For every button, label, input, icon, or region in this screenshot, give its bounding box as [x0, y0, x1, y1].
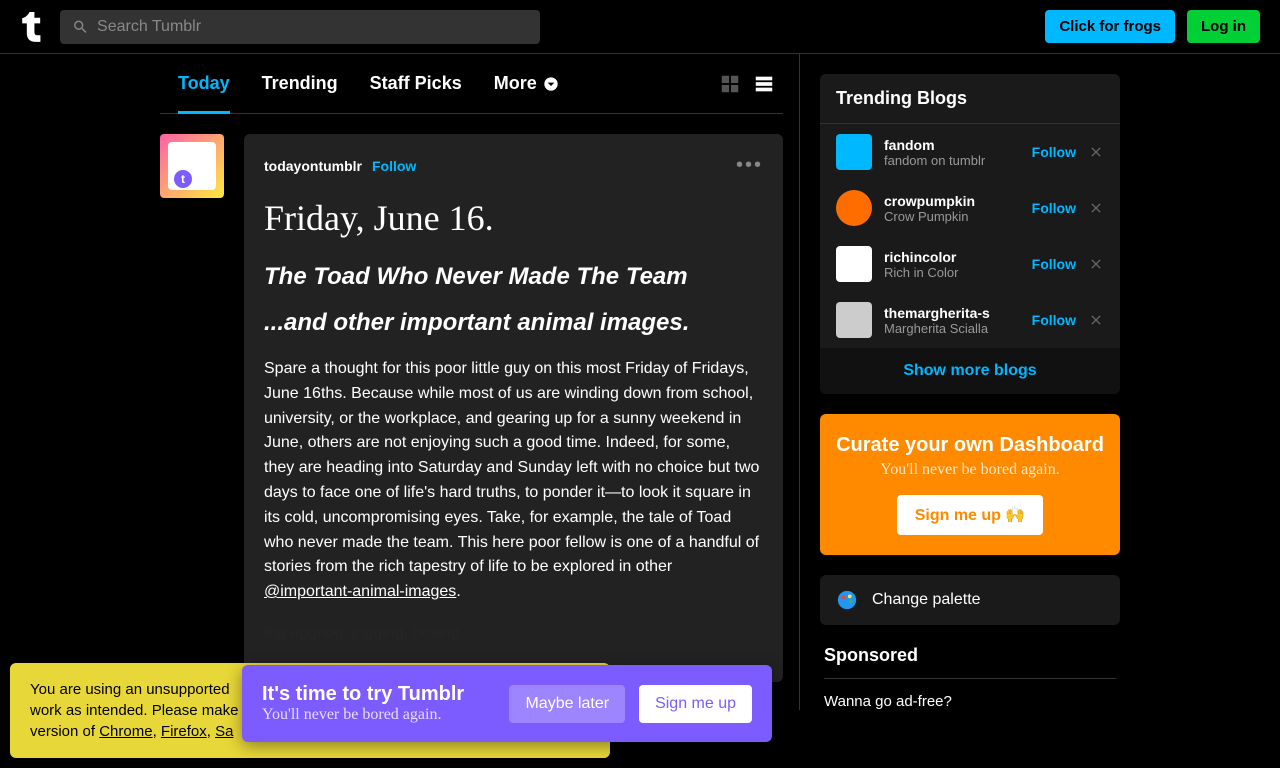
show-more-blogs[interactable]: Show more blogs — [820, 348, 1120, 394]
firefox-link[interactable]: Firefox — [161, 723, 207, 740]
try-tumblr-banner: It's time to try Tumblr You'll never be … — [242, 665, 772, 742]
maybe-later-button[interactable]: Maybe later — [509, 685, 625, 723]
blog-row: fandomfandom on tumblr Follow — [820, 124, 1120, 180]
tabs: Today Trending Staff Picks More — [160, 54, 783, 114]
blog-row: richincolorRich in Color Follow — [820, 236, 1120, 292]
trending-blogs-title: Trending Blogs — [820, 74, 1120, 124]
blog-row: crowpumpkinCrow Pumpkin Follow — [820, 180, 1120, 236]
dismiss-icon[interactable] — [1088, 144, 1104, 160]
post-body: Spare a thought for this poor little guy… — [264, 357, 763, 605]
tab-more[interactable]: More — [494, 54, 559, 114]
tab-more-label: More — [494, 73, 537, 94]
post-menu-icon[interactable]: ••• — [736, 154, 763, 177]
tab-trending[interactable]: Trending — [262, 54, 338, 114]
blog-name[interactable]: fandom — [884, 137, 1020, 153]
post: todayontumblr Follow ••• Friday, June 16… — [244, 134, 783, 682]
post-avatar[interactable] — [160, 134, 224, 198]
tab-today[interactable]: Today — [178, 54, 230, 114]
blog-name[interactable]: richincolor — [884, 249, 1020, 265]
blog-follow-button[interactable]: Follow — [1032, 144, 1076, 160]
blog-follow-button[interactable]: Follow — [1032, 312, 1076, 328]
palette-label: Change palette — [872, 591, 981, 609]
curate-sub: You'll never be bored again. — [836, 461, 1104, 479]
palette-icon — [836, 589, 858, 611]
post-subtitle-1: The Toad Who Never Made The Team — [264, 263, 763, 291]
banner-sub: You'll never be bored again. — [262, 706, 495, 724]
chrome-link[interactable]: Chrome — [99, 723, 152, 740]
curate-title: Curate your own Dashboard — [836, 434, 1104, 457]
search-box[interactable] — [60, 10, 540, 44]
blog-avatar[interactable] — [836, 302, 872, 338]
chevron-down-icon — [543, 76, 559, 92]
trending-blogs-card: Trending Blogs fandomfandom on tumblr Fo… — [820, 74, 1120, 394]
blog-follow-button[interactable]: Follow — [1032, 200, 1076, 216]
tumblr-logo-icon[interactable] — [20, 12, 44, 42]
post-subtitle-2: ...and other important animal images. — [264, 309, 763, 337]
safari-link[interactable]: Sa — [215, 723, 233, 740]
header: Click for frogs Log in — [0, 0, 1280, 54]
post-author[interactable]: todayontumblr — [264, 158, 362, 174]
list-view-icon[interactable] — [753, 73, 775, 95]
frogs-button[interactable]: Click for frogs — [1045, 10, 1175, 43]
sign-me-up-button[interactable]: Sign me up — [639, 685, 752, 723]
blog-sub: fandom on tumblr — [884, 153, 1020, 168]
search-input[interactable] — [97, 18, 528, 36]
curate-signup-button[interactable]: Sign me up 🙌 — [897, 495, 1044, 535]
banner-text: work as intended. Please make — [30, 702, 238, 719]
grid-view-icon[interactable] — [719, 73, 741, 95]
blog-avatar[interactable] — [836, 190, 872, 226]
blog-avatar[interactable] — [836, 134, 872, 170]
dismiss-icon[interactable] — [1088, 312, 1104, 328]
blog-sub: Crow Pumpkin — [884, 209, 1020, 224]
blog-row: themargherita-sMargherita Scialla Follow — [820, 292, 1120, 348]
blog-sub: Margherita Scialla — [884, 321, 1020, 336]
blog-avatar[interactable] — [836, 246, 872, 282]
dismiss-icon[interactable] — [1088, 200, 1104, 216]
banner-text: You are using an unsupported — [30, 681, 230, 698]
post-title: Friday, June 16. — [264, 197, 763, 239]
blog-name[interactable]: crowpumpkin — [884, 193, 1020, 209]
post-follow-link[interactable]: Follow — [372, 158, 416, 174]
blog-follow-button[interactable]: Follow — [1032, 256, 1076, 272]
adfree-text[interactable]: Wanna go ad-free? — [824, 693, 1116, 710]
search-icon — [72, 18, 89, 36]
banner-title: It's time to try Tumblr — [262, 683, 495, 706]
login-button[interactable]: Log in — [1187, 10, 1260, 43]
curate-card: Curate your own Dashboard You'll never b… — [820, 414, 1120, 555]
banner-text: version of — [30, 723, 99, 740]
sponsored-title: Sponsored — [824, 645, 1116, 666]
post-inline-link[interactable]: @important-animal-images — [264, 583, 456, 600]
post-body-cutoff: ing eggnog, jogging, boxing — [264, 621, 763, 646]
post-body-text: Spare a thought for this poor little guy… — [264, 360, 759, 575]
dismiss-icon[interactable] — [1088, 256, 1104, 272]
blog-sub: Rich in Color — [884, 265, 1020, 280]
tab-staff-picks[interactable]: Staff Picks — [370, 54, 462, 114]
sponsored-section: Sponsored Wanna go ad-free? — [820, 645, 1120, 710]
blog-name[interactable]: themargherita-s — [884, 305, 1020, 321]
palette-card[interactable]: Change palette — [820, 575, 1120, 625]
